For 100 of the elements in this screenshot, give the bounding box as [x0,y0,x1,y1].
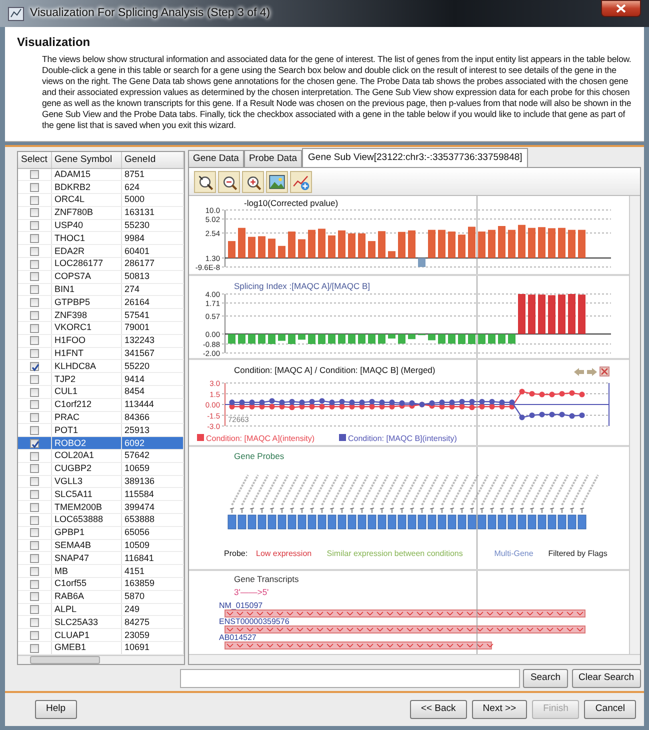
next-icon[interactable] [587,368,597,376]
table-cell: ORC4L [51,194,121,206]
add-chart-button[interactable] [290,170,312,192]
checkbox[interactable] [30,554,39,563]
checkbox[interactable] [30,413,39,422]
dialog-button[interactable]: Help [35,700,77,719]
search-button[interactable]: Search [523,669,568,688]
checkbox[interactable] [30,349,39,358]
checkbox[interactable] [30,618,39,627]
checkbox[interactable] [30,464,39,474]
bar [488,230,496,258]
point [509,400,515,406]
image-button[interactable] [266,170,288,192]
dialog-button[interactable]: << Back [410,700,467,719]
checkbox[interactable] [30,374,39,384]
search-field[interactable] [180,669,520,688]
vertical-scrollbar[interactable] [629,196,640,654]
checkbox[interactable] [30,630,39,640]
zoom-in-button[interactable] [242,170,264,192]
tab[interactable]: Gene Sub View[23122:chr3:-:33537736:33759848] [302,148,528,167]
column-header[interactable]: Select [18,152,51,168]
point [489,404,495,410]
checkbox[interactable] [30,592,39,602]
table-cell: 9414 [121,372,184,386]
tab[interactable]: Gene Data [188,150,244,167]
checkbox[interactable] [30,208,39,218]
close-icon[interactable] [600,366,610,376]
table-cell: SEMA4B [51,539,121,552]
checkbox[interactable] [30,388,39,397]
bar [508,334,516,344]
checkbox[interactable] [30,528,39,538]
checkbox[interactable] [30,426,39,435]
checkbox[interactable] [30,362,39,371]
bar [448,232,456,258]
checkbox[interactable] [30,580,39,589]
checkbox[interactable] [30,400,39,410]
point [399,400,405,406]
bar [538,294,546,334]
point [539,392,545,398]
checkbox[interactable] [30,516,39,525]
fit-zoom-button[interactable] [194,170,216,192]
point [479,404,485,410]
bar [298,334,306,340]
point [439,400,445,406]
column-header[interactable]: Gene Symbol [51,152,121,168]
checkbox[interactable] [30,336,39,346]
image-icon [268,172,286,190]
point [269,398,275,404]
previous-icon[interactable] [574,368,584,376]
horizontal-scrollbar[interactable] [189,654,640,664]
table-cell: CUL1 [51,386,121,398]
checkbox[interactable] [30,310,39,320]
checkbox[interactable] [30,298,39,307]
checkbox[interactable] [30,644,39,652]
table-cell: BIN1 [51,283,121,296]
checkbox[interactable] [30,260,39,269]
table-cell: BDKRB2 [51,180,121,194]
point [469,404,475,410]
table-cell: ADAM15 [51,168,121,181]
dialog-button[interactable]: Cancel [584,700,636,719]
bar [558,294,566,334]
checkbox[interactable] [30,182,39,192]
checkbox[interactable] [30,490,39,499]
point [579,392,585,398]
close-button[interactable] [601,0,641,17]
table-cell: 8454 [121,386,184,398]
tab[interactable]: Probe Data [244,150,302,167]
checkbox[interactable] [30,246,39,256]
checkbox[interactable] [30,477,39,486]
checkbox[interactable] [30,502,39,512]
checkbox[interactable] [30,452,39,461]
checkbox[interactable] [30,196,39,205]
checkbox[interactable] [30,566,39,576]
point [329,400,335,406]
bar [478,334,486,344]
bar [458,334,466,344]
checkbox[interactable] [30,605,39,614]
table-cell: H1FOO [51,334,121,348]
zoom-out-button[interactable] [218,170,240,192]
checkbox[interactable] [30,234,39,243]
table-cell: 389136 [121,475,184,488]
checkbox[interactable] [30,272,39,282]
point [519,388,525,394]
checkbox[interactable] [30,285,39,294]
point [289,398,295,404]
table-cell: KLHDC8A [51,360,121,373]
point [409,400,415,406]
point [349,400,355,406]
checkbox[interactable] [30,541,39,550]
chart-title: -log10(Corrected pvalue) [244,198,338,208]
table-cell: 10659 [121,462,184,476]
search-button[interactable]: Clear Search [572,669,641,688]
checkbox[interactable] [30,221,39,230]
checkbox[interactable] [30,324,39,333]
dialog-button[interactable]: Next >> [472,700,528,719]
column-header[interactable]: GeneId [121,152,184,168]
checkbox[interactable] [30,438,39,448]
bar [318,228,326,258]
point [279,400,285,406]
checkbox[interactable] [30,170,39,180]
